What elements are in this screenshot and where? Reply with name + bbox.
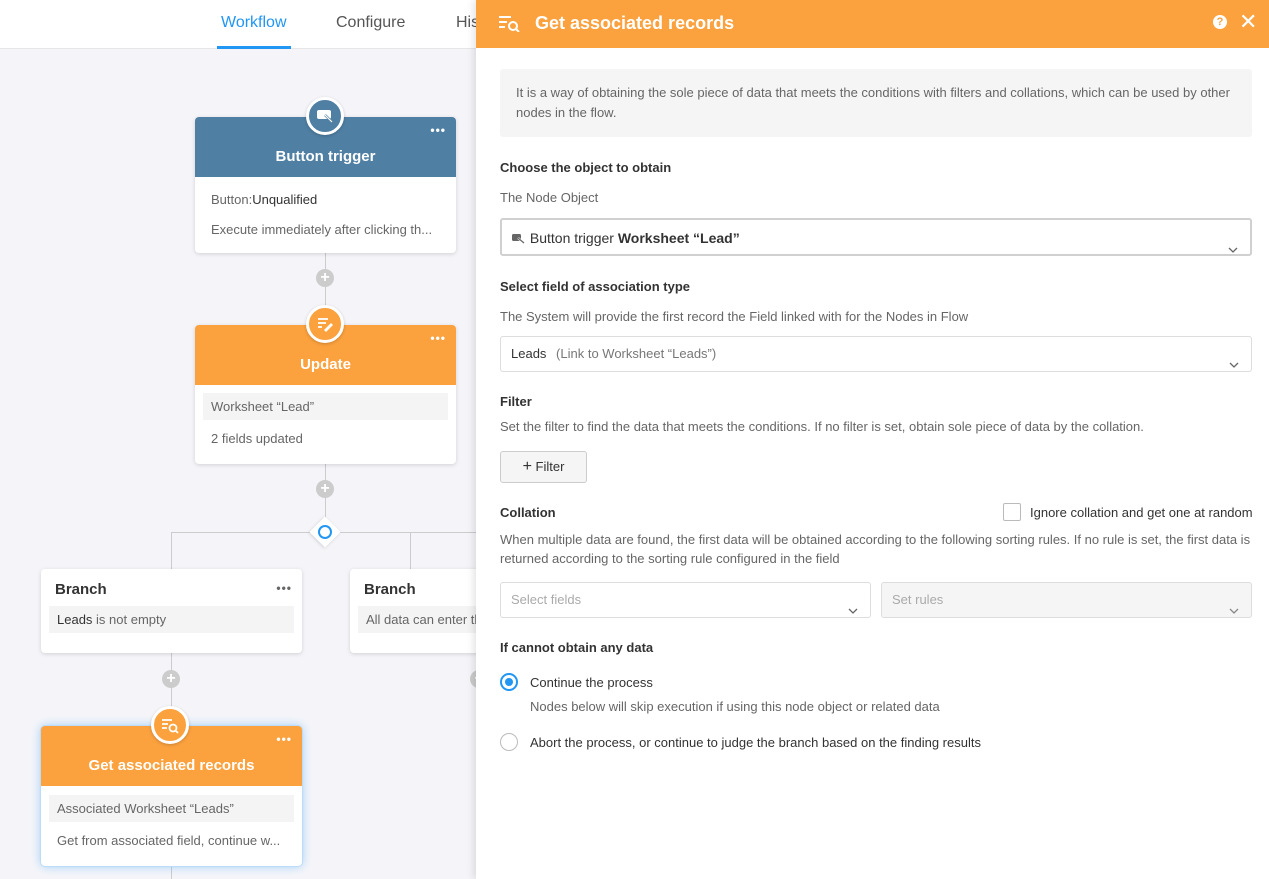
node-row: 2 fields updated bbox=[211, 431, 303, 446]
node-row: Execute immediately after clicking th... bbox=[211, 222, 433, 237]
radio-label[interactable]: Abort the process, or continue to judge … bbox=[530, 735, 981, 750]
node-row: Button:Unqualified bbox=[211, 192, 318, 207]
section-subtitle: When multiple data are found, the first … bbox=[500, 532, 1251, 566]
branch-condition: All data can enter th bbox=[358, 606, 476, 633]
checkbox-label[interactable]: Ignore collation and get one at random bbox=[1030, 505, 1253, 520]
continue-process-radio[interactable] bbox=[500, 673, 518, 691]
section-title: Collation bbox=[500, 505, 556, 520]
node-row: Get from associated field, continue w... bbox=[57, 833, 281, 848]
branch-gateway-ring bbox=[318, 525, 332, 539]
node-title: Update bbox=[300, 356, 351, 373]
section-title: Filter bbox=[500, 394, 532, 409]
branch-condition: Leads is not empty bbox=[49, 606, 294, 633]
section-subtitle: The Node Object bbox=[500, 190, 599, 205]
connector-line bbox=[171, 532, 172, 569]
chevron-down-icon bbox=[848, 595, 858, 629]
association-field-select[interactable]: Leads (Link to Worksheet “Leads”) bbox=[500, 336, 1252, 372]
close-icon[interactable]: ✕ bbox=[1239, 10, 1257, 34]
add-filter-button[interactable]: + Filter bbox=[500, 451, 587, 483]
add-node-button[interactable]: + bbox=[162, 670, 180, 688]
chevron-down-icon bbox=[1229, 595, 1239, 629]
panel-header: Get associated records ? ✕ bbox=[476, 0, 1269, 48]
node-button-trigger[interactable]: Button trigger ••• Button:Unqualified Ex… bbox=[195, 117, 456, 253]
node-title: Get associated records bbox=[88, 757, 255, 774]
ignore-collation-checkbox[interactable] bbox=[1003, 503, 1021, 521]
connector-line bbox=[171, 866, 172, 879]
node-branch[interactable]: Branch ••• Leads is not empty bbox=[41, 569, 302, 653]
node-branch[interactable]: Branch All data can enter th bbox=[350, 569, 476, 653]
plus-icon: + bbox=[522, 458, 532, 475]
tab-workflow[interactable]: Workflow bbox=[217, 0, 290, 49]
section-title: Select field of association type bbox=[500, 279, 690, 294]
chevron-down-icon bbox=[1228, 232, 1238, 268]
button-trigger-icon bbox=[306, 97, 344, 135]
add-node-button[interactable]: + bbox=[316, 480, 334, 498]
more-icon[interactable]: ••• bbox=[430, 123, 446, 137]
section-subtitle: Set the filter to find the data that mee… bbox=[500, 419, 1144, 434]
chevron-down-icon bbox=[1229, 349, 1239, 383]
panel-title: Get associated records bbox=[535, 13, 735, 33]
collation-rules-select[interactable]: Set rules bbox=[881, 582, 1252, 618]
more-icon[interactable]: ••• bbox=[430, 331, 446, 345]
section-title: Choose the object to obtain bbox=[500, 160, 672, 175]
connector-line bbox=[410, 532, 411, 569]
more-icon[interactable]: ••• bbox=[276, 581, 292, 595]
section-title: If cannot obtain any data bbox=[500, 640, 654, 655]
node-update[interactable]: Update ••• Worksheet “Lead” 2 fields upd… bbox=[195, 325, 456, 464]
help-icon[interactable]: ? bbox=[1213, 15, 1227, 29]
search-records-icon bbox=[498, 14, 520, 35]
description-box: It is a way of obtaining the sole piece … bbox=[500, 69, 1252, 137]
search-records-icon bbox=[151, 706, 189, 744]
node-get-associated-records[interactable]: Get associated records ••• Associated Wo… bbox=[41, 726, 302, 866]
abort-process-radio[interactable] bbox=[500, 733, 518, 751]
node-row: Worksheet “Lead” bbox=[203, 393, 448, 420]
branch-title: Branch bbox=[364, 581, 416, 598]
section-subtitle: The System will provide the first record… bbox=[500, 309, 969, 324]
collation-fields-select[interactable]: Select fields bbox=[500, 582, 871, 618]
button-trigger-icon bbox=[512, 221, 526, 257]
add-node-button[interactable]: + bbox=[316, 269, 334, 287]
radio-description: Nodes below will skip execution if using… bbox=[530, 699, 940, 714]
node-title: Button trigger bbox=[275, 148, 376, 165]
edit-icon bbox=[306, 305, 344, 343]
node-config-panel: Get associated records ? ✕ It is a way o… bbox=[476, 0, 1269, 879]
object-select[interactable]: Button trigger Worksheet “Lead” bbox=[500, 218, 1252, 256]
branch-title: Branch bbox=[55, 581, 107, 598]
tab-configure[interactable]: Configure bbox=[336, 0, 405, 49]
radio-label[interactable]: Continue the process bbox=[530, 675, 653, 690]
more-icon[interactable]: ••• bbox=[276, 732, 292, 746]
node-row: Associated Worksheet “Leads” bbox=[49, 795, 294, 822]
workflow-canvas[interactable]: + + + + Button trigger ••• Button:Unqual… bbox=[0, 49, 476, 879]
